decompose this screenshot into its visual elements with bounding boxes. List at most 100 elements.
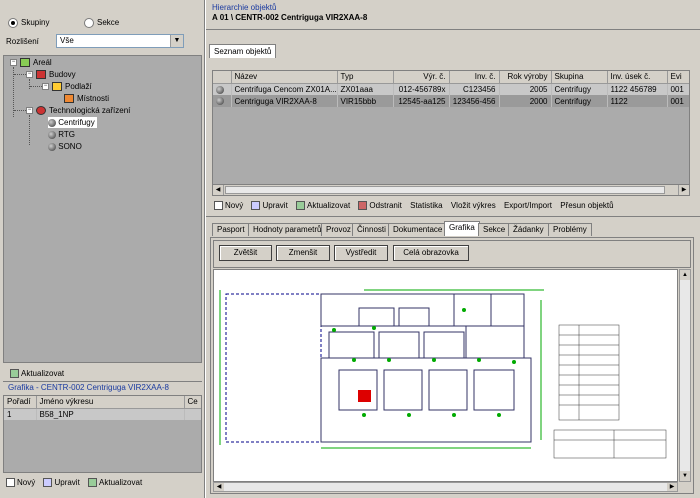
btn-label: Odstranit [369, 201, 402, 210]
col-header[interactable]: Jméno výkresu [36, 396, 185, 409]
edit-graphic-button[interactable]: Upravit [43, 477, 80, 489]
move-objects-button[interactable]: Přesun objektů [560, 200, 613, 212]
highlighted-equipment[interactable] [358, 390, 371, 402]
tab-dokumentace[interactable]: Dokumentace [388, 223, 448, 236]
col-header[interactable]: Skupina [551, 71, 608, 84]
objects-grid: Název Typ Výr. č. Inv. č. Rok výroby Sku… [212, 70, 690, 196]
tree-label: Budovy [49, 70, 76, 79]
refresh-tree-button[interactable]: Aktualizovat [10, 368, 64, 380]
col-header[interactable]: Inv. č. [449, 71, 500, 84]
zoom-in-button[interactable]: Zvětšit [219, 245, 272, 261]
col-header[interactable]: Inv. úsek č. [607, 71, 668, 84]
col-header[interactable]: Výr. č. [393, 71, 450, 84]
tab-problemy[interactable]: Problémy [548, 223, 592, 236]
graphic-panel: Zvětšit Zmenšit Vystředit Celá obrazovka [210, 237, 694, 494]
col-header[interactable]: Ce [184, 396, 201, 409]
centrifuge-icon [216, 85, 224, 94]
floor-icon [52, 82, 62, 92]
col-header[interactable]: Pořadí [4, 396, 37, 409]
scroll-right-icon[interactable]: ▶ [678, 185, 689, 195]
tab-cinnosti[interactable]: Činnosti [352, 223, 391, 236]
scroll-left-icon[interactable]: ◀ [213, 185, 224, 195]
edit-object-button[interactable]: Upravit [251, 200, 288, 212]
cell: 2005 [499, 83, 552, 95]
tree-item-centrifugy[interactable]: Centrifugy [48, 117, 97, 128]
refresh-graphic-button[interactable]: Aktualizovat [88, 477, 142, 489]
table-row[interactable]: 1 B58_1NP [4, 408, 201, 420]
delete-object-button[interactable]: Odstranit [358, 200, 402, 212]
tree-item-budovy[interactable]: Budovy [36, 69, 76, 80]
col-header[interactable]: Název [231, 71, 338, 84]
col-header-icon[interactable] [213, 71, 232, 84]
vertical-scrollbar[interactable]: ▲ ▼ [679, 269, 691, 482]
tree-item-areal[interactable]: Areál [20, 57, 52, 68]
tab-sekce[interactable]: Sekce [478, 223, 511, 236]
col-header[interactable]: Typ [337, 71, 394, 84]
cell: C123456 [449, 83, 500, 95]
zoom-out-button[interactable]: Zmenšit [276, 245, 330, 261]
new-object-button[interactable]: Nový [214, 200, 243, 212]
table-row[interactable]: Centrifuga Cencom ZX01A... ZX01aaa 012-4… [213, 83, 689, 95]
radio-groups[interactable]: Skupiny [8, 18, 49, 28]
scroll-up-icon[interactable]: ▲ [680, 270, 690, 280]
statistics-button[interactable]: Statistika [410, 200, 442, 212]
cell: Centriguga VIR2XAA-8 [231, 95, 338, 107]
canvas-horizontal-scrollbar[interactable]: ◀ ▶ [213, 482, 678, 492]
cell: Centrifuga Cencom ZX01A... [231, 83, 338, 95]
radio-groups-label: Skupiny [21, 18, 50, 28]
cell: 001 [667, 83, 689, 95]
resolution-select[interactable]: Vše ▼ [56, 34, 184, 48]
hierarchy-path: A 01 \ CENTR-002 Centriguga VIR2XAA-8 [212, 13, 368, 22]
tab-provoz[interactable]: Provoz [321, 223, 356, 236]
btn-label: Aktualizovat [99, 478, 143, 487]
chevron-down-icon[interactable]: ▼ [170, 35, 183, 47]
tree-item-podlazi[interactable]: Podlaží [52, 81, 92, 92]
refresh-icon [88, 478, 98, 488]
radio-sections-icon[interactable] [84, 18, 94, 28]
col-header[interactable]: Rok výroby [499, 71, 552, 84]
collapse-icon[interactable]: − [10, 59, 17, 66]
table-row-selected[interactable]: Centriguga VIR2XAA-8 VIR15bbb 12545-aa12… [213, 95, 689, 107]
tree-label: Areál [33, 58, 52, 67]
export-import-button[interactable]: Export/Import [504, 200, 552, 212]
tab-grafika[interactable]: Grafika [444, 221, 480, 236]
refresh-object-button[interactable]: Aktualizovat [296, 200, 350, 212]
fullscreen-button[interactable]: Celá obrazovka [393, 245, 469, 261]
centrifuge-icon [216, 97, 224, 106]
radio-sections[interactable]: Sekce [84, 18, 119, 28]
col-header[interactable]: Evi [667, 71, 689, 84]
drawing-canvas[interactable] [213, 269, 678, 482]
collapse-icon[interactable]: − [26, 71, 33, 78]
scroll-left-icon[interactable]: ◀ [214, 483, 224, 491]
objects-toolbar: Nový Upravit Aktualizovat Odstranit Stat… [214, 200, 620, 214]
scroll-thumb[interactable] [225, 186, 665, 194]
cell [184, 408, 201, 420]
tree-label: Centrifugy [58, 118, 95, 127]
detail-tabs: Pasport Hodnoty parametrů Provoz Činnost… [212, 221, 692, 237]
scroll-right-icon[interactable]: ▶ [667, 483, 677, 491]
radio-groups-icon[interactable] [8, 18, 18, 28]
tab-seznam-objektu[interactable]: Seznam objektů [209, 44, 277, 58]
tab-hodnoty[interactable]: Hodnoty parametrů [248, 223, 327, 236]
graphics-title: Grafika - CENTR-002 Centriguga VIR2XAA-8 [8, 383, 169, 392]
collapse-icon[interactable]: − [42, 83, 49, 90]
refresh-icon [296, 201, 306, 211]
tree-item-mistnosti[interactable]: Místnosti [64, 93, 109, 104]
center-button[interactable]: Vystředit [334, 245, 388, 261]
tree-item-technologicka[interactable]: Technologická zařízení [36, 105, 130, 116]
delete-icon [358, 201, 368, 211]
tab-zadanky[interactable]: Žádanky [508, 223, 549, 236]
tree-item-sono[interactable]: SONO [48, 141, 82, 152]
tree-toolbar: Aktualizovat [10, 368, 70, 382]
insert-drawing-button[interactable]: Vložit výkres [451, 200, 496, 212]
cell: 001 [667, 95, 689, 107]
horizontal-scrollbar[interactable]: ◀ ▶ [212, 184, 690, 196]
tree-item-rtg[interactable]: RTG [48, 129, 75, 140]
new-graphic-button[interactable]: Nový [6, 477, 35, 489]
tree-label: RTG [58, 130, 75, 139]
resolution-value: Vše [60, 36, 74, 45]
tab-pasport[interactable]: Pasport [212, 223, 250, 236]
collapse-icon[interactable]: − [26, 107, 33, 114]
scroll-down-icon[interactable]: ▼ [680, 471, 690, 481]
centrifuge-icon [48, 118, 56, 127]
